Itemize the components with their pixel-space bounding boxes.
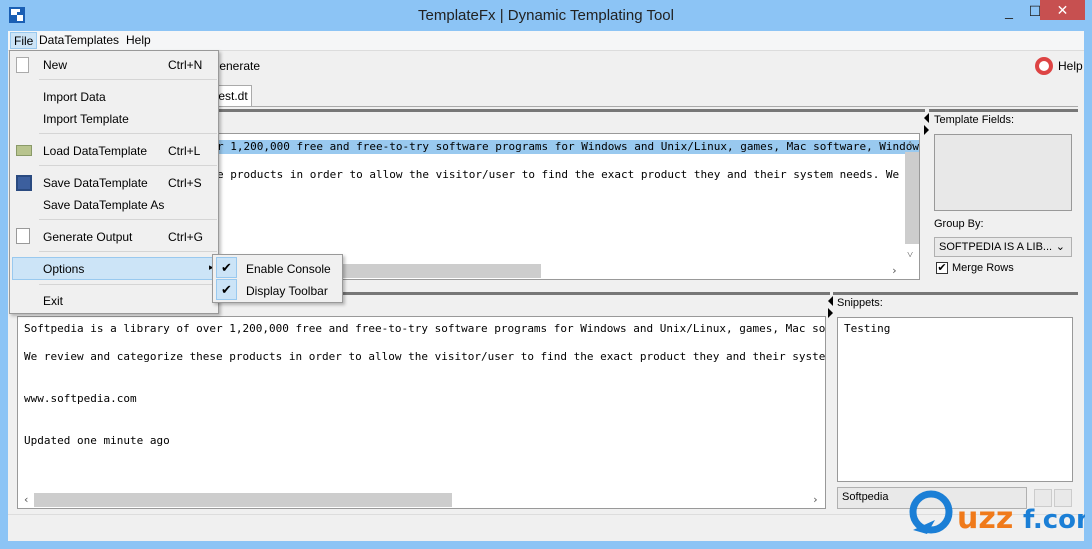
menu-item-exit[interactable]: Exit — [43, 294, 63, 308]
scroll-left-icon[interactable]: ‹ — [23, 493, 30, 506]
merge-rows-label: Merge Rows — [952, 262, 1014, 274]
menu-help[interactable]: Help — [123, 32, 154, 49]
lifebuoy-icon — [1035, 57, 1053, 75]
menu-item-import-template[interactable]: Import Template — [43, 112, 129, 126]
options-submenu: ✔ Enable Console ✔ Display Toolbar — [212, 254, 343, 303]
help-button[interactable]: Help — [1058, 59, 1083, 73]
output-line: Softpedia is a library of over 1,200,000… — [24, 322, 826, 335]
menu-item-save-datatemplate-as[interactable]: Save DataTemplate As — [43, 198, 164, 212]
output-line: www.softpedia.com — [24, 392, 137, 405]
merge-rows-checkbox[interactable]: ✔ — [936, 262, 948, 274]
collapse-right-icon[interactable] — [924, 125, 929, 135]
snippet-item[interactable]: Testing — [844, 322, 890, 336]
menu-datatemplates[interactable]: DataTemplates — [36, 32, 122, 49]
shortcut: Ctrl+G — [168, 230, 204, 244]
scroll-right-icon[interactable]: › — [891, 264, 898, 277]
scroll-down-icon[interactable]: ˅ — [907, 248, 913, 261]
menu-item-new[interactable]: New — [43, 58, 67, 72]
shortcut: Ctrl+L — [168, 144, 201, 158]
svg-text:f.com: f.com — [1023, 505, 1085, 535]
check-icon: ✔ — [216, 257, 237, 278]
file-menu: New Ctrl+N Import Data Import Template L… — [9, 50, 219, 314]
collapse-left-icon[interactable] — [924, 113, 929, 123]
check-icon: ✔ — [216, 279, 237, 300]
horizontal-scrollbar[interactable] — [34, 493, 452, 507]
scroll-up-icon[interactable]: ˄ — [907, 137, 913, 150]
output-line: Updated one minute ago — [24, 434, 170, 447]
group-by-value: SOFTPEDIA IS A LIB... — [939, 241, 1053, 253]
new-file-icon — [16, 57, 29, 73]
shortcut: Ctrl+S — [168, 176, 202, 190]
template-fields-list[interactable] — [934, 134, 1072, 211]
output-line: We review and categorize these products … — [24, 350, 826, 363]
divider — [39, 251, 217, 252]
snippets-list[interactable]: Testing — [837, 317, 1073, 482]
group-by-select[interactable]: SOFTPEDIA IS A LIB... ⌄ — [934, 237, 1072, 257]
template-fields-label: Template Fields: — [934, 114, 1015, 126]
menu-item-import-data[interactable]: Import Data — [43, 90, 106, 104]
menu-bar — [8, 31, 1084, 50]
menu-item-enable-console[interactable]: Enable Console — [246, 262, 331, 276]
scroll-right-icon[interactable]: › — [812, 493, 819, 506]
divider — [39, 219, 217, 220]
menu-file[interactable]: File — [10, 32, 38, 49]
menu-item-display-toolbar[interactable]: Display Toolbar — [246, 284, 328, 298]
output-editor[interactable]: Softpedia is a library of over 1,200,000… — [17, 316, 826, 509]
chevron-down-icon: ⌄ — [1055, 241, 1065, 253]
snippets-label: Snippets: — [837, 297, 883, 309]
menu-item-generate-output[interactable]: Generate Output — [43, 230, 132, 244]
group-by-label: Group By: — [934, 218, 984, 230]
window-title: TemplateFx | Dynamic Templating Tool — [418, 7, 674, 24]
shortcut: Ctrl+N — [168, 58, 203, 72]
collapse-left-icon[interactable] — [828, 296, 833, 306]
divider — [39, 133, 217, 134]
menu-item-load-datatemplate[interactable]: Load DataTemplate — [43, 144, 147, 158]
divider — [39, 79, 217, 80]
folder-icon — [16, 145, 32, 156]
edit-icon — [16, 228, 30, 244]
uzzf-watermark-logo: uzz f.com — [905, 486, 1092, 536]
svg-text:uzz: uzz — [957, 501, 1013, 536]
divider — [39, 284, 217, 285]
close-button[interactable]: ✕ — [1040, 0, 1085, 20]
collapse-right-icon[interactable] — [828, 308, 833, 318]
minimize-button[interactable]: _ — [996, 0, 1022, 22]
vertical-scrollbar[interactable] — [905, 152, 919, 244]
divider — [39, 165, 217, 166]
menu-item-save-datatemplate[interactable]: Save DataTemplate — [43, 176, 148, 190]
menu-item-options-label: Options — [43, 262, 85, 276]
floppy-icon — [16, 175, 32, 191]
